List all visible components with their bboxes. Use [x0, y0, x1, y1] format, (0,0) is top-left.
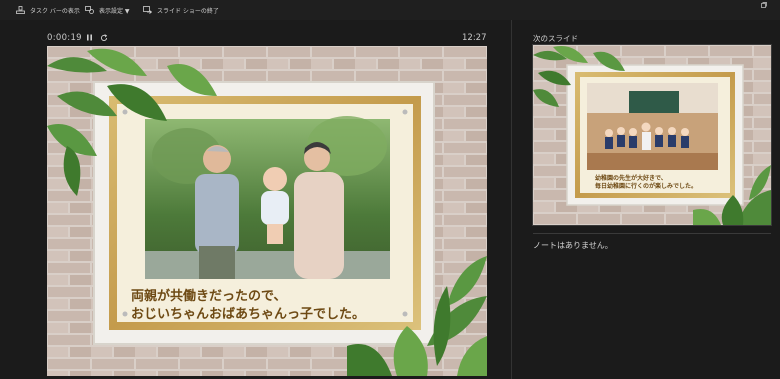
presenter-toolbar: タスク バーの表示 表示設定 ▼ スライド ショーの終了	[0, 0, 780, 20]
current-slide[interactable]: 両親が共働きだったので、 おじいちゃんおばあちゃんっ子でした。	[47, 46, 487, 376]
show-taskbar-label: タスク バーの表示	[30, 7, 80, 15]
family-photo	[145, 116, 390, 279]
display-settings-label: 表示設定 ▼	[99, 7, 130, 15]
pane-divider	[511, 20, 512, 379]
classroom-photo	[587, 83, 718, 170]
notes-separator	[533, 233, 771, 234]
slide-caption-line2: おじいちゃんおばあちゃんっ子でした。	[131, 307, 365, 322]
display-settings-icon	[85, 6, 94, 14]
end-slideshow-button[interactable]: スライド ショーの終了	[143, 4, 219, 16]
next-slide-heading: 次のスライド	[533, 34, 578, 43]
next-slide-canvas: 幼稚園の先生が大好きで、 毎日幼稚園に行くのが楽しみでした。	[533, 45, 771, 225]
current-time: 12:27	[462, 33, 487, 43]
pause-icon	[87, 34, 92, 41]
taskbar-icon	[16, 6, 25, 14]
restart-timer-button[interactable]	[99, 33, 108, 42]
restore-icon	[761, 2, 767, 8]
show-taskbar-button[interactable]: タスク バーの表示	[16, 4, 80, 16]
display-settings-button[interactable]: 表示設定 ▼	[85, 4, 130, 16]
restore-window-button[interactable]	[758, 0, 770, 10]
next-slide-preview[interactable]: 幼稚園の先生が大好きで、 毎日幼稚園に行くのが楽しみでした。	[532, 44, 772, 226]
elapsed-timer: 0:00:19	[47, 33, 82, 43]
next-caption-line1: 幼稚園の先生が大好きで、	[595, 174, 667, 182]
restart-icon	[100, 33, 107, 41]
pause-timer-button[interactable]	[85, 33, 94, 42]
current-slide-canvas: 両親が共働きだったので、 おじいちゃんおばあちゃんっ子でした。	[47, 46, 487, 376]
speaker-notes: ノートはありません。	[533, 241, 613, 250]
slide-caption-line1: 両親が共働きだったので、	[131, 288, 286, 304]
next-caption-line2: 毎日幼稚園に行くのが楽しみでした。	[595, 182, 697, 190]
end-slideshow-icon	[143, 6, 152, 14]
end-slideshow-label: スライド ショーの終了	[157, 7, 219, 15]
